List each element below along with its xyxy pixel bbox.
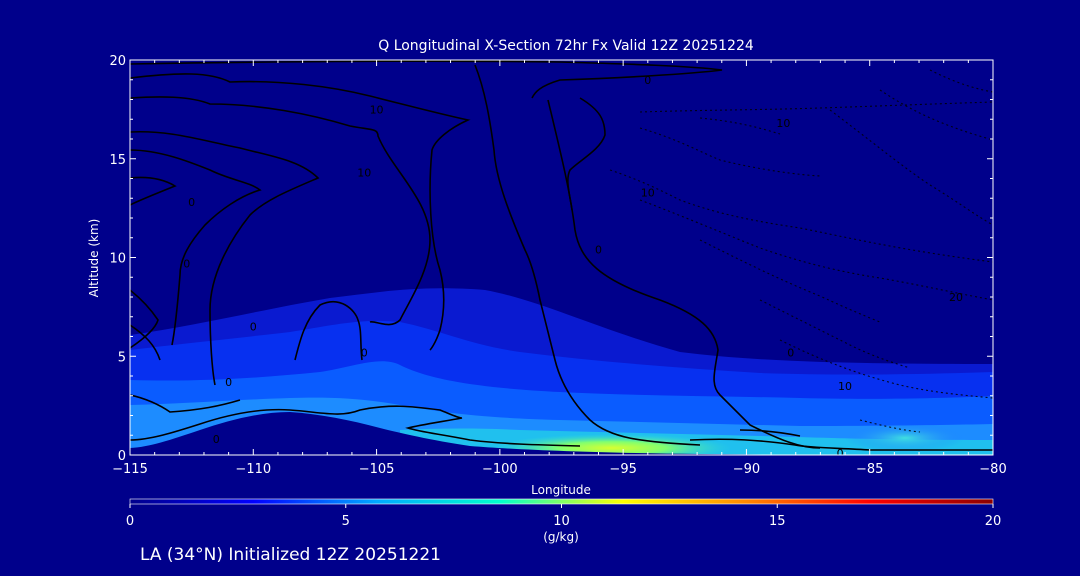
contour-label: 10 xyxy=(776,117,790,130)
colorbar: 0 5 10 15 20 (g/kg) xyxy=(126,498,1001,544)
colorbar-units: (g/kg) xyxy=(543,530,579,544)
contour-label: 0 xyxy=(183,257,190,270)
contour-label: 10 xyxy=(357,167,371,180)
contour-label: 20 xyxy=(949,291,963,304)
x-tick-label: −90 xyxy=(733,462,760,477)
footer-caption: LA (34°N) Initialized 12Z 20251221 xyxy=(140,545,441,565)
contour-label: 0 xyxy=(250,321,257,334)
y-tick-label: 15 xyxy=(109,153,126,168)
chart-title: Q Longitudinal X-Section 72hr Fx Valid 1… xyxy=(378,38,754,54)
contour-label: 0 xyxy=(225,376,232,389)
x-tick-label: −115 xyxy=(112,462,148,477)
contour-label: 0 xyxy=(837,447,844,460)
contour-label: 0 xyxy=(787,346,794,359)
contour-label: 0 xyxy=(644,74,651,87)
humidity-east-core xyxy=(845,424,965,452)
humidity-core xyxy=(492,434,732,455)
x-tick-label: −100 xyxy=(482,462,518,477)
colorbar-tick-label: 15 xyxy=(769,514,786,529)
x-tick-label: −95 xyxy=(609,462,636,477)
contour-label: 10 xyxy=(641,186,655,199)
y-tick-label: 0 xyxy=(118,449,126,464)
contour-label: 0 xyxy=(213,433,220,446)
contour-label: 10 xyxy=(838,380,852,393)
x-tick-label: −110 xyxy=(235,462,271,477)
x-axis-label: Longitude xyxy=(531,483,591,497)
x-tick-label: −80 xyxy=(979,462,1006,477)
contour-label: 0 xyxy=(361,346,368,359)
y-axis-label: Altitude (km) xyxy=(87,219,101,298)
colorbar-strip xyxy=(129,498,994,505)
x-tick-label: −105 xyxy=(359,462,395,477)
colorbar-tick-label: 5 xyxy=(342,514,350,529)
y-tick-label: 5 xyxy=(118,350,126,365)
contour-label: 10 xyxy=(370,103,384,116)
chart-svg: Q Longitudinal X-Section 72hr Fx Valid 1… xyxy=(87,38,1007,565)
colorbar-tick-label: 10 xyxy=(553,514,570,529)
x-tick-label: −85 xyxy=(856,462,883,477)
colorbar-tick-label: 0 xyxy=(126,514,134,529)
contour-label: 0 xyxy=(595,244,602,257)
plot-area: 0 10 10 0 0 0 0 0 0 0 10 10 20 0 10 0 xyxy=(130,60,993,460)
y-tick-label: 20 xyxy=(109,54,126,69)
contour-label: 0 xyxy=(188,196,195,209)
y-tick-label: 10 xyxy=(109,252,126,267)
colorbar-ticks: 0 5 10 15 20 xyxy=(126,504,1001,529)
colorbar-tick-label: 20 xyxy=(985,514,1002,529)
